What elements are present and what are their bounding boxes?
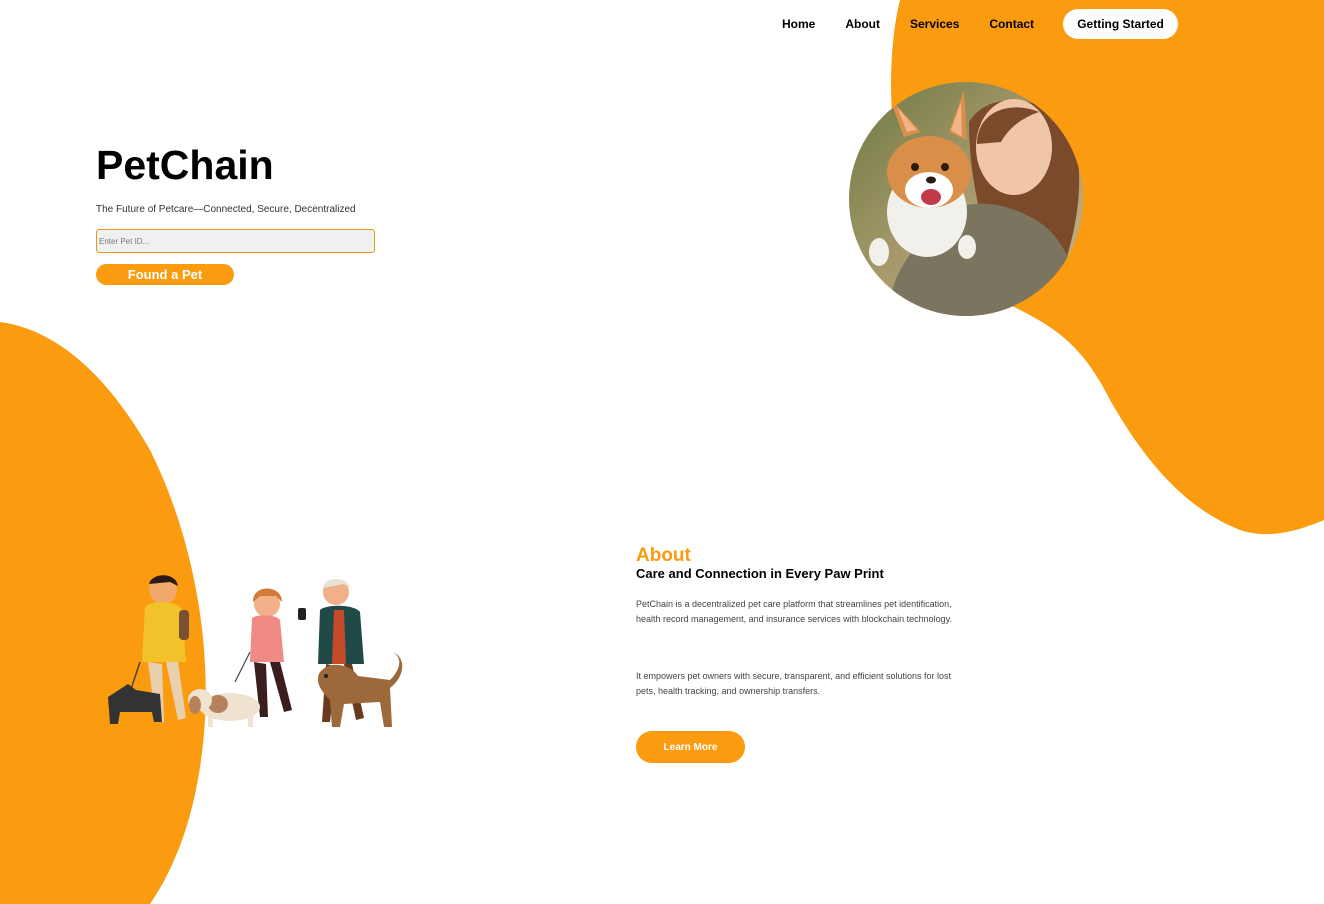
nav-link-contact[interactable]: Contact xyxy=(989,17,1034,31)
learn-more-button[interactable]: Learn More xyxy=(636,731,745,763)
hero-subtitle: The Future of Petcare—Connected, Secure,… xyxy=(96,204,356,215)
found-a-pet-button[interactable]: Found a Pet xyxy=(96,264,234,285)
about-heading: About xyxy=(636,545,691,566)
orange-background-shapes xyxy=(0,0,1324,904)
woman-with-corgi-photo xyxy=(849,82,1083,316)
getting-started-button[interactable]: Getting Started xyxy=(1063,9,1179,39)
nav-link-home[interactable]: Home xyxy=(782,17,815,31)
pet-id-input[interactable] xyxy=(96,229,375,253)
people-walking-dogs-illustration xyxy=(108,575,403,727)
nav-link-about[interactable]: About xyxy=(845,17,880,31)
about-paragraph-1: PetChain is a decentralized pet care pla… xyxy=(636,599,953,624)
page-title: PetChain xyxy=(96,142,274,188)
landing-page: Home About Services Contact Getting Star… xyxy=(0,0,1324,904)
about-subheading: Care and Connection in Every Paw Print xyxy=(636,566,884,581)
nav-link-services[interactable]: Services xyxy=(910,17,959,31)
top-navigation: Home About Services Contact Getting Star… xyxy=(770,9,1179,39)
about-paragraph-2: It empowers pet owners with secure, tran… xyxy=(636,671,951,696)
